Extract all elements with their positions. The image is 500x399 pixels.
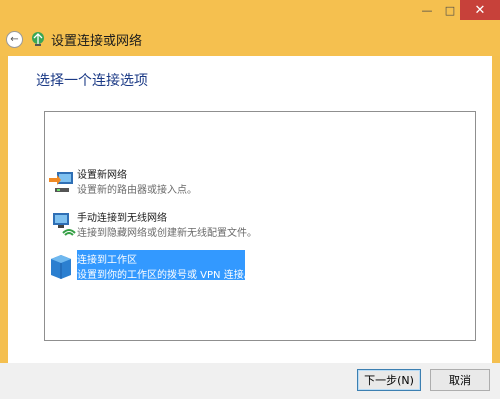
back-button[interactable]: ← xyxy=(6,30,23,48)
cancel-button[interactable]: 取消 xyxy=(430,369,490,391)
network-icon xyxy=(32,32,44,46)
option-label: 设置新网络 xyxy=(77,170,127,181)
option-setup-new-network[interactable]: 设置新网络 设置新的路由器或接入点。 xyxy=(45,164,295,198)
title-bar: ← 设置连接或网络 xyxy=(6,26,142,52)
option-description: 连接到隐藏网络或创建新无线配置文件。 xyxy=(77,228,257,239)
back-arrow-icon: ← xyxy=(10,33,19,45)
option-manual-wireless[interactable]: 手动连接到无线网络 连接到隐藏网络或创建新无线配置文件。 xyxy=(45,207,295,241)
window-title: 设置连接或网络 xyxy=(51,33,143,49)
connection-options-list[interactable]: 设置新网络 设置新的路由器或接入点。 手动连接到无线网络 连接到隐藏网络或创建新… xyxy=(44,111,476,341)
router-icon xyxy=(49,172,73,192)
wizard-content: 选择一个连接选项 设置新网络 设置新的路由器或接入点。 手动连接到无线网络 连接… xyxy=(8,56,492,363)
wireless-network-icon xyxy=(53,213,76,236)
option-description: 设置新的路由器或接入点。 xyxy=(77,185,197,196)
button-bar: 下一步(N) 取消 xyxy=(0,363,500,399)
close-button[interactable]: ✕ xyxy=(460,0,500,20)
option-description: 设置到你的工作区的拨号或 VPN 连接。 xyxy=(77,270,254,281)
maximize-button[interactable]: □ xyxy=(440,0,460,20)
page-heading: 选择一个连接选项 xyxy=(36,73,148,89)
next-button[interactable]: 下一步(N) xyxy=(357,369,421,391)
minimize-button[interactable]: — xyxy=(414,0,440,20)
option-connect-workplace[interactable]: 连接到工作区 设置到你的工作区的拨号或 VPN 连接。 xyxy=(45,249,295,283)
option-label: 连接到工作区 xyxy=(77,255,137,266)
option-label: 手动连接到无线网络 xyxy=(77,213,167,224)
workplace-icon xyxy=(51,255,71,279)
